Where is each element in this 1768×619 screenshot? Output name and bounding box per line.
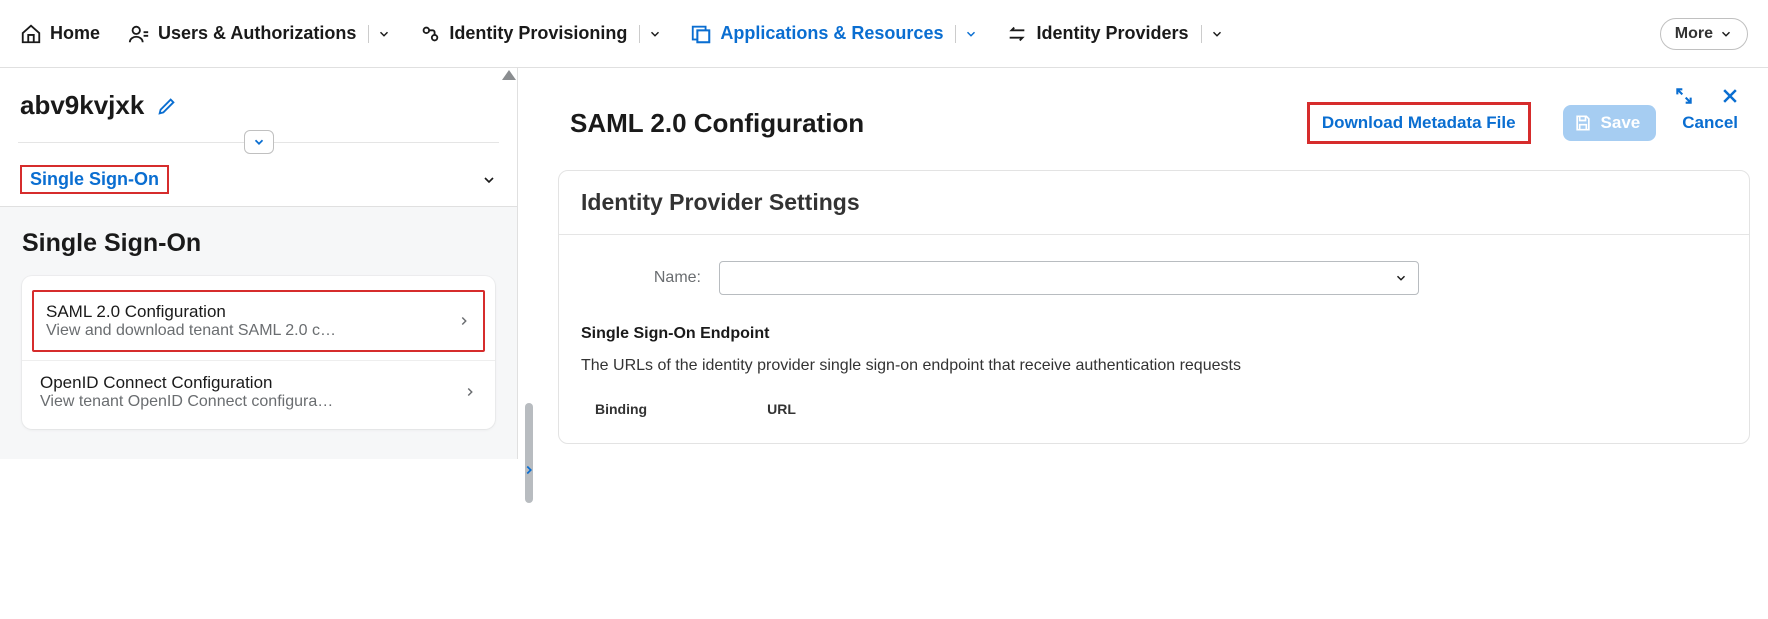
- save-button-label: Save: [1601, 113, 1641, 133]
- chevron-down-icon: [1394, 271, 1408, 285]
- scroll-up-icon[interactable]: [502, 70, 516, 80]
- collapse-toggle[interactable]: [244, 130, 274, 154]
- save-icon: [1573, 113, 1593, 133]
- collapse-row: [0, 131, 517, 153]
- nav-idp[interactable]: Identity Providers: [1006, 23, 1223, 45]
- chevron-down-icon: [481, 172, 497, 188]
- nav-apps[interactable]: Applications & Resources: [690, 23, 978, 45]
- nav-home-label: Home: [50, 23, 100, 44]
- sso-endpoint-title: Single Sign-On Endpoint: [581, 325, 1727, 343]
- apps-icon: [690, 23, 712, 45]
- name-row: Name:: [559, 235, 1749, 305]
- sso-section: Single Sign-On SAML 2.0 Configuration Vi…: [0, 207, 517, 459]
- right-header: SAML 2.0 Configuration Download Metadata…: [540, 68, 1768, 170]
- users-icon: [128, 23, 150, 45]
- chevron-down-icon: [252, 135, 266, 149]
- chevron-down-icon: [1719, 27, 1733, 41]
- nav-provisioning-label: Identity Provisioning: [449, 23, 627, 44]
- left-panel: abv9kvjxk Single Sign-On Single Sign-On …: [0, 68, 518, 459]
- download-metadata-link[interactable]: Download Metadata File: [1307, 102, 1531, 144]
- config-item-desc: View tenant OpenID Connect configura…: [40, 393, 333, 411]
- nav-apps-label: Applications & Resources: [720, 23, 943, 44]
- name-label: Name:: [581, 269, 701, 287]
- chevron-down-icon[interactable]: [639, 25, 662, 43]
- col-url: URL: [767, 401, 796, 417]
- config-card: SAML 2.0 Configuration View and download…: [22, 276, 495, 429]
- right-panel: SAML 2.0 Configuration Download Metadata…: [540, 68, 1768, 459]
- expand-icon[interactable]: [1674, 86, 1694, 106]
- chevron-down-icon[interactable]: [955, 25, 978, 43]
- sync-icon: [1006, 23, 1028, 45]
- page-title: SAML 2.0 Configuration: [570, 108, 864, 139]
- config-item-title: OpenID Connect Configuration: [40, 373, 333, 393]
- nav-provisioning[interactable]: Identity Provisioning: [419, 23, 662, 45]
- sso-endpoint-desc: The URLs of the identity provider single…: [581, 357, 1727, 375]
- name-select[interactable]: [719, 261, 1419, 295]
- tenant-header: abv9kvjxk: [0, 68, 517, 131]
- nav-more-label: More: [1675, 25, 1713, 43]
- idp-settings-panel: Identity Provider Settings Name: Single …: [558, 170, 1750, 444]
- config-item-title: SAML 2.0 Configuration: [46, 302, 336, 322]
- idp-settings-title: Identity Provider Settings: [559, 171, 1749, 235]
- chevron-right-icon: [457, 314, 471, 328]
- config-item-desc: View and download tenant SAML 2.0 c…: [46, 322, 336, 340]
- splitter[interactable]: [518, 68, 540, 459]
- cancel-button[interactable]: Cancel: [1682, 113, 1738, 133]
- config-item-oidc[interactable]: OpenID Connect Configuration View tenant…: [22, 360, 495, 423]
- nav-home[interactable]: Home: [20, 23, 100, 45]
- splitter-handle[interactable]: [525, 403, 533, 503]
- chevron-right-icon: [463, 385, 477, 399]
- save-button[interactable]: Save: [1563, 105, 1657, 141]
- sso-section-title: Single Sign-On: [22, 229, 495, 258]
- chevron-down-icon[interactable]: [368, 25, 391, 43]
- top-nav: Home Users & Authorizations Identity Pro…: [0, 0, 1768, 68]
- home-icon: [20, 23, 42, 45]
- nav-idp-label: Identity Providers: [1036, 23, 1188, 44]
- close-icon[interactable]: [1720, 86, 1740, 106]
- sso-tab-label: Single Sign-On: [20, 165, 169, 194]
- sso-endpoint-section: Single Sign-On Endpoint The URLs of the …: [559, 305, 1749, 423]
- nav-more-button[interactable]: More: [1660, 18, 1748, 50]
- nav-users[interactable]: Users & Authorizations: [128, 23, 391, 45]
- tenant-name: abv9kvjxk: [20, 90, 144, 121]
- col-binding: Binding: [595, 401, 647, 417]
- edit-icon[interactable]: [156, 95, 178, 117]
- endpoint-table-header: Binding URL: [581, 395, 1727, 423]
- nav-users-label: Users & Authorizations: [158, 23, 356, 44]
- chevron-right-icon[interactable]: [522, 463, 536, 477]
- provisioning-icon: [419, 23, 441, 45]
- chevron-down-icon[interactable]: [1201, 25, 1224, 43]
- config-item-saml[interactable]: SAML 2.0 Configuration View and download…: [32, 290, 485, 352]
- sso-tab[interactable]: Single Sign-On: [0, 153, 517, 207]
- main: abv9kvjxk Single Sign-On Single Sign-On …: [0, 68, 1768, 459]
